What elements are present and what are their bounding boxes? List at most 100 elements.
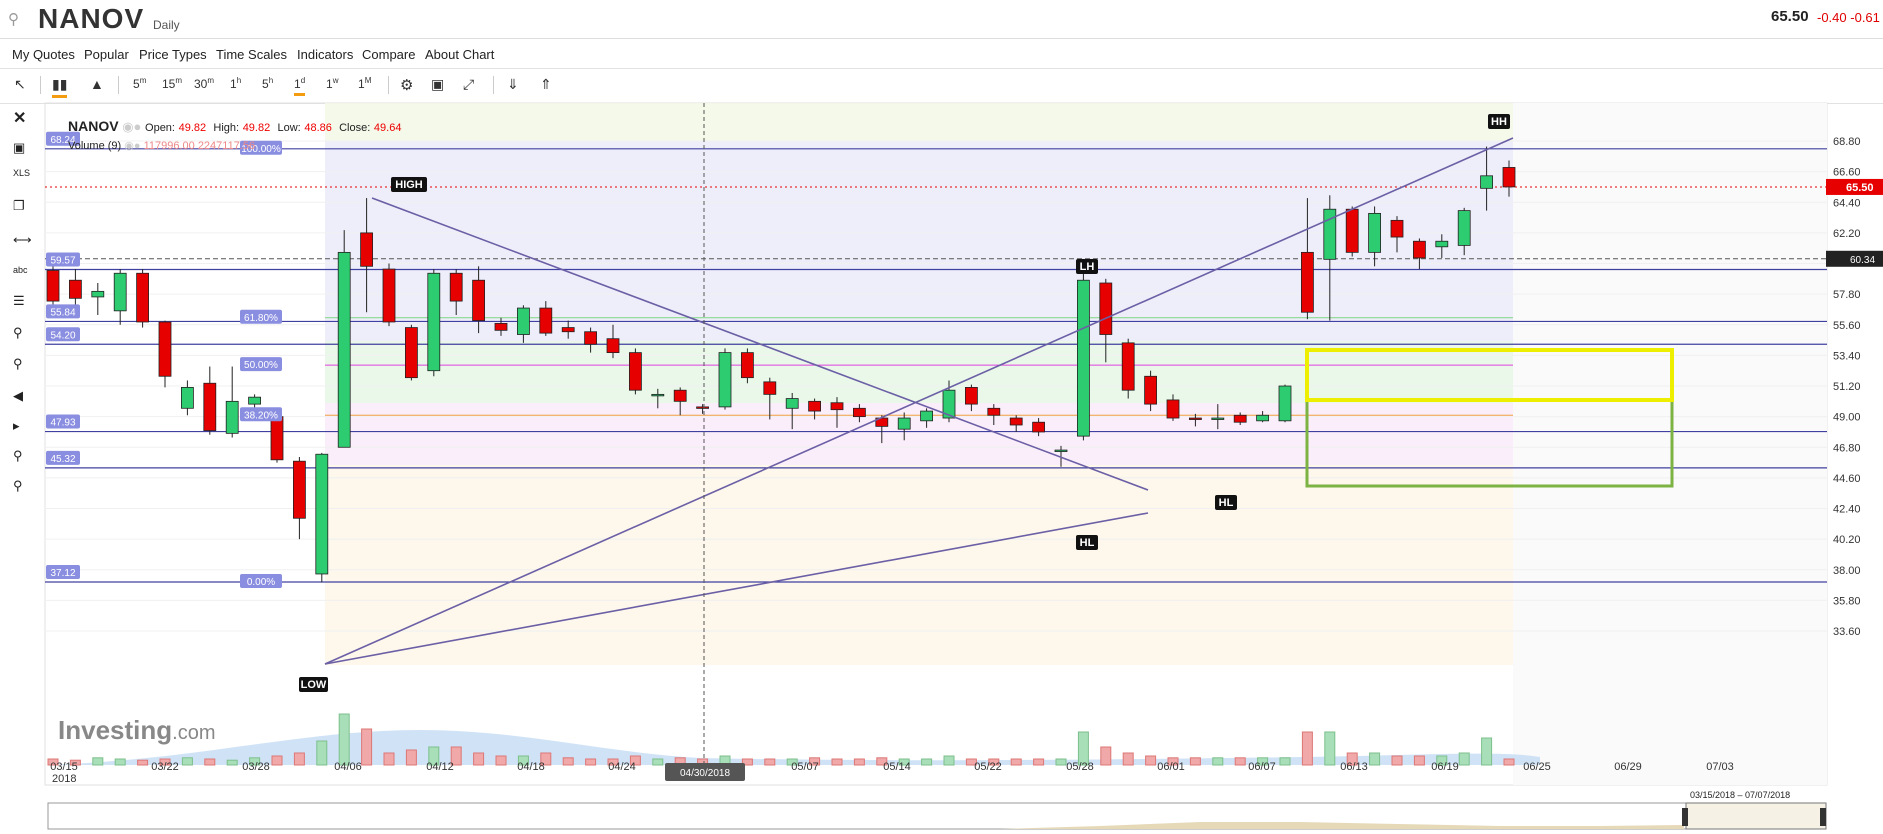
candle-body xyxy=(965,387,978,405)
x-tick-label: 06/13 xyxy=(1340,761,1368,773)
x-tick-label: 06/25 xyxy=(1523,761,1551,773)
y-tick-label: 38.00 xyxy=(1833,565,1861,577)
candle-body xyxy=(427,272,441,372)
y-tick-label: 51.20 xyxy=(1833,381,1861,393)
volume-bar xyxy=(226,759,238,766)
y-tick-label: 35.80 xyxy=(1833,595,1861,607)
candle-body xyxy=(1435,240,1449,248)
candle-body xyxy=(1480,175,1493,189)
price-flag: 65.50 xyxy=(1846,182,1874,194)
fib-zone-4 xyxy=(325,465,1513,665)
x-tick-label: 04/24 xyxy=(608,761,636,773)
volume-bar xyxy=(1369,752,1381,766)
candle-body xyxy=(404,327,418,379)
volume-bar xyxy=(1122,752,1134,766)
fib-level-label: 59.57 xyxy=(50,255,75,266)
navigator-bar[interactable] xyxy=(47,802,1827,830)
candle-body xyxy=(1144,375,1157,405)
y-tick-label: 55.60 xyxy=(1833,320,1861,332)
x-tick-label: 05/14 xyxy=(883,761,911,773)
candle-body xyxy=(69,279,82,299)
x-tick-label: 05/22 xyxy=(974,761,1002,773)
y-tick-label: 44.60 xyxy=(1833,473,1861,485)
fib-level-label: 45.32 xyxy=(50,454,75,465)
candle-body xyxy=(1211,417,1225,420)
candle-body xyxy=(517,307,530,335)
candle-body xyxy=(763,381,777,395)
eye-icon[interactable]: ◉● xyxy=(122,119,141,134)
candle-body xyxy=(1189,417,1202,420)
candle-body xyxy=(472,279,486,321)
candle-body xyxy=(248,396,262,405)
volume-bar xyxy=(137,759,149,766)
x-tick-label: 07/03 xyxy=(1706,761,1734,773)
fib-level-label: 55.84 xyxy=(50,307,75,318)
navigator-window[interactable] xyxy=(1685,802,1827,830)
volume-bar xyxy=(361,728,373,766)
y-tick-label: 64.40 xyxy=(1833,197,1861,209)
fib-level-label: 47.93 xyxy=(50,418,75,429)
candle-body xyxy=(292,460,306,519)
candle-body xyxy=(1009,417,1023,426)
candle-body xyxy=(584,331,597,345)
candle-body xyxy=(718,352,732,408)
volume-bar xyxy=(495,755,507,766)
candle-body xyxy=(46,270,60,302)
navigator-range: 03/15/2018 – 07/07/2018 xyxy=(1690,790,1791,800)
y-tick-label: 49.00 xyxy=(1833,412,1861,424)
candle-body xyxy=(382,268,396,323)
volume-bar xyxy=(92,757,104,766)
annotation-hl: HL xyxy=(1080,537,1095,549)
x-tick-label: 03/28 xyxy=(242,761,270,773)
legend-open-label: Open: xyxy=(145,122,175,134)
volume-bar xyxy=(1324,731,1336,766)
volume-bar xyxy=(1189,757,1201,766)
candle-body xyxy=(1278,385,1292,422)
logo-suffix: .com xyxy=(172,722,216,744)
legend-symbol: NANOV xyxy=(68,118,119,134)
candle-body xyxy=(629,352,642,391)
volume-bar xyxy=(585,758,597,766)
legend-close-label: Close: xyxy=(339,122,371,134)
volume-bar xyxy=(293,752,305,766)
fib-zone-top xyxy=(325,103,1513,141)
volume-bar xyxy=(943,755,955,766)
logo-main: Investing xyxy=(58,715,173,745)
candle-body xyxy=(337,251,351,448)
volume-bar xyxy=(338,713,350,766)
future-zone xyxy=(1513,103,1827,785)
x-tick-label: 05/28 xyxy=(1066,761,1094,773)
eye-icon[interactable]: ◉● xyxy=(124,140,140,152)
volume-bar xyxy=(1301,731,1313,766)
legend-open: 49.82 xyxy=(178,122,207,134)
volume-bar xyxy=(1391,755,1403,766)
volume-bar xyxy=(1145,755,1157,766)
legend-low: 48.86 xyxy=(304,122,332,134)
candle-body xyxy=(494,322,508,331)
candle-body xyxy=(897,417,911,430)
volume-bar xyxy=(1100,746,1112,766)
volume-bars xyxy=(45,713,1540,766)
candle-body xyxy=(113,272,127,312)
annotation-high: HIGH xyxy=(395,179,423,191)
volume-bar xyxy=(473,752,485,766)
candle-body xyxy=(1457,210,1471,246)
candle-body xyxy=(853,407,866,418)
legend-low-label: Low: xyxy=(277,122,301,134)
volume-bar xyxy=(1481,737,1493,766)
candle-body xyxy=(91,290,105,298)
navigator-handle-left[interactable] xyxy=(1682,808,1688,826)
candle-body xyxy=(1345,208,1359,253)
candle-body xyxy=(651,393,665,397)
x-tick-label: 06/07 xyxy=(1248,761,1276,773)
volume-bar xyxy=(853,758,865,766)
fib-pct-label: 38.20% xyxy=(244,410,278,421)
volume-bar xyxy=(204,758,216,766)
candle-body xyxy=(1256,414,1269,422)
fib-pct-label: 50.00% xyxy=(244,360,278,371)
navigator-handle-right[interactable] xyxy=(1820,808,1826,826)
legend-high: 49.82 xyxy=(242,122,271,134)
candle-body xyxy=(539,307,553,334)
y-tick-label: 40.20 xyxy=(1833,534,1861,546)
volume-bar xyxy=(114,758,126,766)
